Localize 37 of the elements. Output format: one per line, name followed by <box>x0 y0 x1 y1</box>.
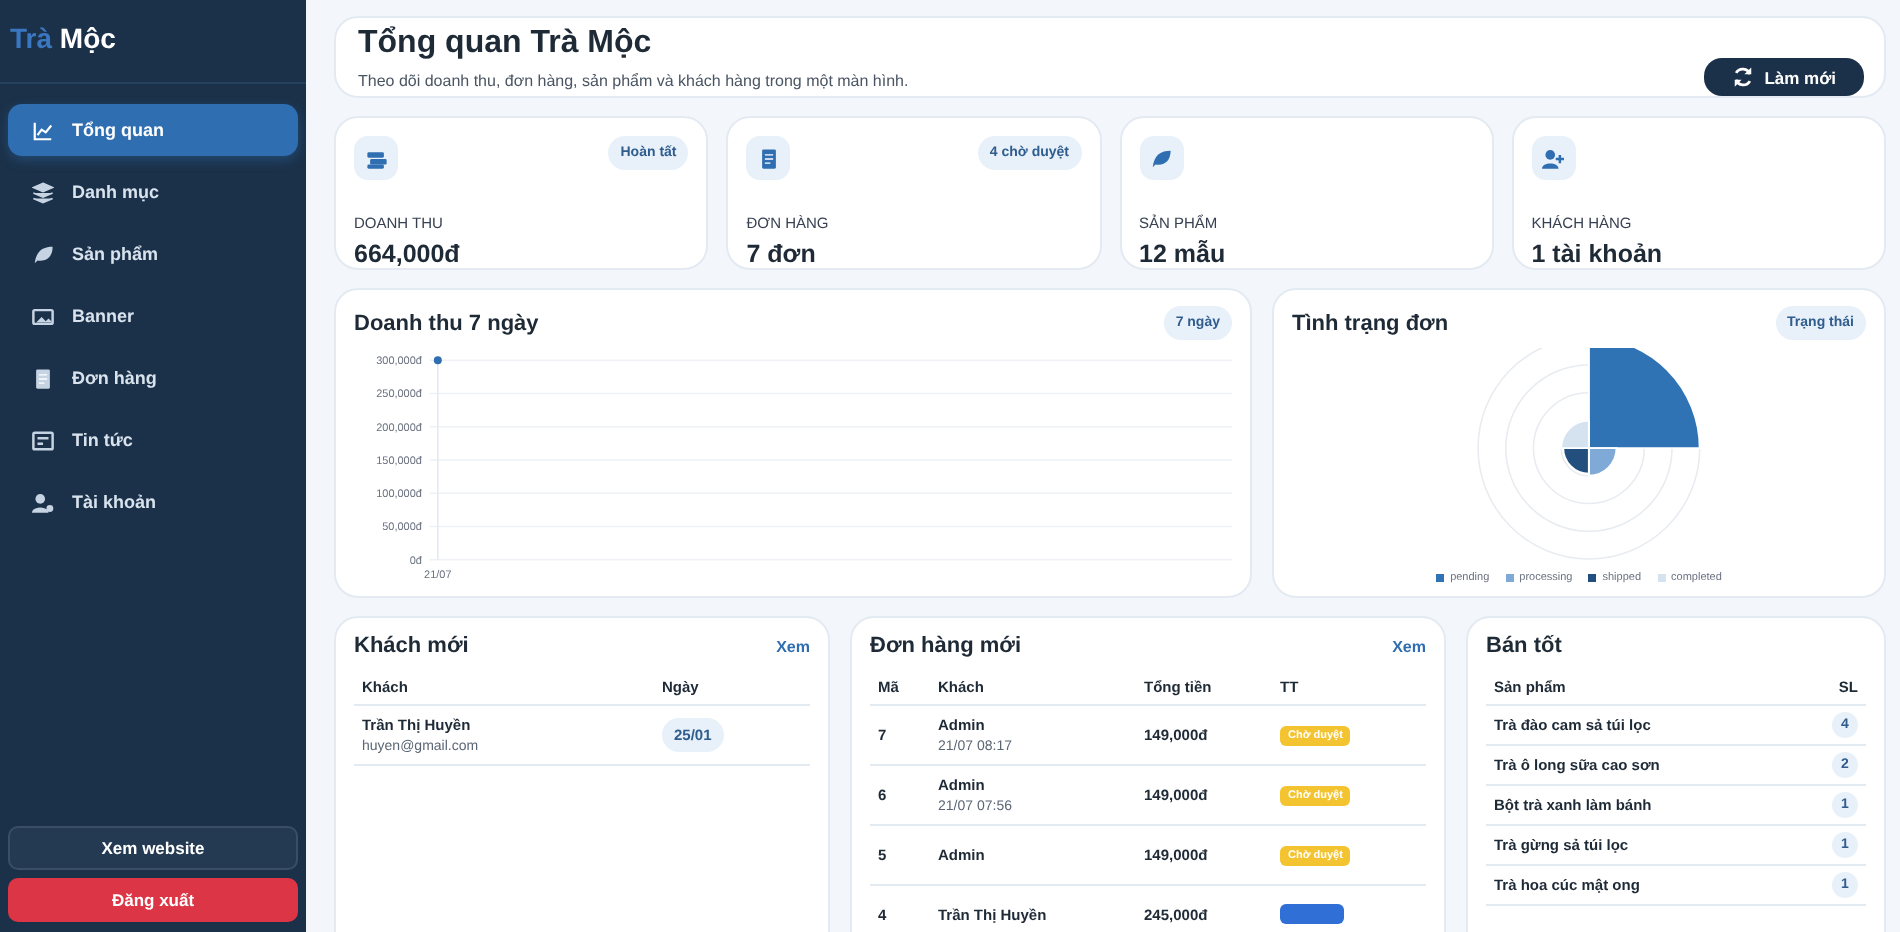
sidebar-item[interactable]: Tổng quan <box>8 104 298 156</box>
card-title: Tình trạng đơn <box>1292 311 1449 335</box>
view-link[interactable]: Xem <box>1392 637 1426 655</box>
sidebar-item[interactable]: Banner <box>8 290 298 342</box>
logout-button[interactable]: Đăng xuất <box>8 878 298 922</box>
user-icon <box>32 491 54 513</box>
news-icon <box>32 429 54 451</box>
image-icon <box>32 305 54 327</box>
sidebar-item[interactable]: Sản phẩm <box>8 228 298 280</box>
stat-value: 664,000đ <box>354 240 462 268</box>
money-icon <box>365 147 387 169</box>
user-plus-icon <box>1542 147 1565 169</box>
chart-icon <box>32 119 54 141</box>
card-title: Bán tốt <box>1486 634 1562 658</box>
card-title: Khách mới <box>354 634 469 658</box>
doc-icon <box>757 147 780 169</box>
view-link[interactable]: Xem <box>776 637 810 655</box>
stat-value: 12 mẫu <box>1139 240 1228 268</box>
refresh-button[interactable]: Làm mới <box>1704 58 1864 96</box>
leaf-icon <box>32 243 54 265</box>
page-subtitle: Theo dõi doanh thu, đơn hàng, sản phẩm và khách hàng trong một màn hình. <box>358 71 909 89</box>
brand-logo: Trà Mộc <box>0 0 306 84</box>
refresh-icon <box>1732 66 1755 88</box>
sidebar-item[interactable]: Đơn hàng <box>8 352 298 404</box>
website-button[interactable]: Xem website <box>8 826 298 870</box>
stat-value: 1 tài khoản <box>1531 240 1665 268</box>
card-title: Đơn hàng mới <box>870 634 1022 658</box>
stat-value: 7 đơn <box>746 240 818 268</box>
leaf-icon <box>1150 147 1172 169</box>
card-title: Doanh thu 7 ngày <box>354 311 539 335</box>
layers-icon <box>32 181 54 203</box>
data-point <box>433 356 442 365</box>
page-title: Tổng quan Trà Mộc <box>358 25 654 61</box>
sidebar-item[interactable]: Tin tức <box>8 414 298 466</box>
sidebar-item[interactable]: Tài khoản <box>8 476 298 528</box>
sidebar-item[interactable]: Danh mục <box>8 166 298 218</box>
doc-icon <box>32 367 54 389</box>
